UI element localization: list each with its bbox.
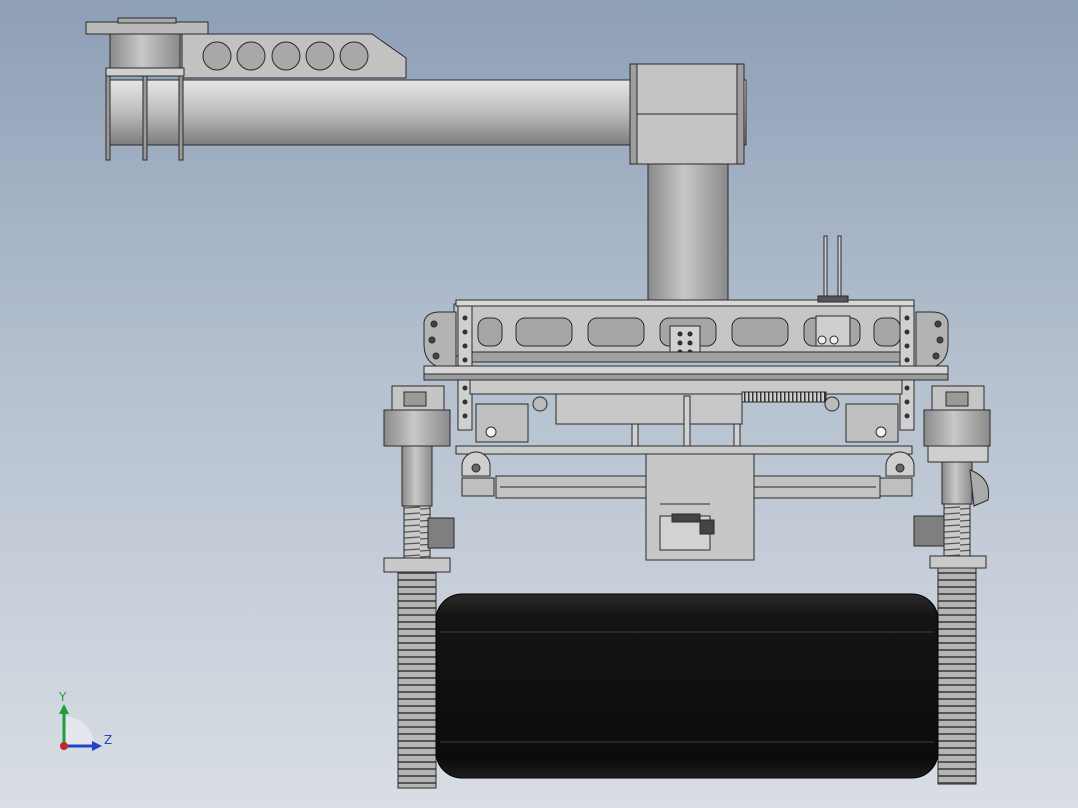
z-axis-label: Z	[104, 733, 112, 747]
axis-triad: Y Z	[58, 690, 112, 751]
y-axis-label: Y	[58, 690, 67, 704]
triad-quadrant	[64, 716, 94, 746]
cad-viewport[interactable]: Y Z	[0, 0, 1078, 808]
cad-model-drawing: Y Z	[58, 17, 991, 789]
lower-carriage	[461, 451, 915, 561]
z-axis-arrowhead	[92, 741, 102, 751]
y-axis-arrowhead	[59, 704, 69, 714]
upper-arm	[85, 17, 747, 307]
tire	[435, 593, 939, 779]
x-axis-origin	[60, 742, 68, 750]
linear-rail-assembly	[423, 365, 949, 455]
